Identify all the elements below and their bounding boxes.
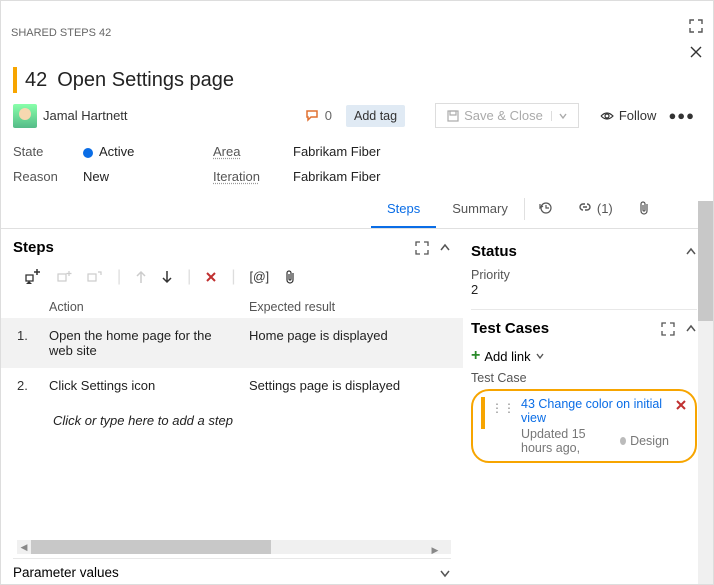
close-icon[interactable]: [689, 45, 703, 59]
delete-step-icon[interactable]: [205, 271, 217, 283]
tab-steps[interactable]: Steps: [371, 190, 436, 228]
work-item-title[interactable]: Open Settings page: [57, 69, 234, 92]
tab-summary[interactable]: Summary: [436, 190, 524, 228]
tab-history[interactable]: [525, 190, 565, 228]
tc-expand-icon[interactable]: [661, 322, 675, 336]
add-tag-button[interactable]: Add tag: [346, 105, 405, 127]
move-up-icon: [135, 270, 147, 284]
area-label: Area: [213, 144, 293, 159]
follow-button[interactable]: Follow: [599, 108, 657, 123]
iteration-label: Iteration: [213, 169, 293, 184]
scroll-left-icon[interactable]: ◀: [17, 540, 31, 554]
priority-value[interactable]: 2: [471, 282, 697, 297]
parameter-icon[interactable]: [@]: [249, 270, 269, 284]
state-dot-icon: [620, 437, 626, 445]
remove-link-icon[interactable]: [675, 399, 687, 411]
tc-link[interactable]: 43 Change color on initial view: [521, 397, 662, 425]
tc-updated: Updated 15 hours ago,: [521, 427, 616, 455]
priority-label: Priority: [471, 268, 697, 282]
add-step-placeholder[interactable]: Click or type here to add a step: [1, 403, 463, 438]
steps-heading: Steps: [13, 239, 54, 256]
col-action: Action: [49, 300, 249, 314]
insert-shared-2-icon: [87, 270, 103, 284]
status-collapse-icon[interactable]: [685, 246, 697, 258]
tc-color-bar: [481, 397, 485, 429]
type-color-bar: [13, 67, 17, 93]
discussion-count[interactable]: 0: [305, 108, 332, 123]
chevron-down-icon: [535, 351, 545, 361]
col-expected: Expected result: [249, 300, 429, 314]
test-cases-heading: Test Cases: [471, 320, 549, 337]
vscroll-thumb[interactable]: [698, 201, 713, 321]
attach-icon[interactable]: [283, 269, 297, 285]
work-item-id: 42: [25, 69, 47, 92]
state-value[interactable]: Active: [83, 144, 213, 159]
avatar: [13, 104, 37, 128]
header-supertitle: SHARED STEPS 42: [11, 27, 689, 39]
reason-value[interactable]: New: [83, 169, 213, 184]
add-link-button[interactable]: + Add link: [471, 347, 697, 365]
scroll-right-icon[interactable]: ▶: [427, 540, 451, 560]
scroll-thumb[interactable]: [31, 540, 271, 554]
assigned-to[interactable]: Jamal Hartnett: [43, 108, 128, 123]
insert-shared-icon: [57, 270, 73, 284]
save-close-button[interactable]: Save & Close: [435, 103, 579, 128]
area-value[interactable]: Fabrikam Fiber: [293, 144, 493, 159]
step-row[interactable]: 1. Open the home page for the web site H…: [1, 318, 463, 368]
step-row[interactable]: 2. Click Settings icon Settings page is …: [1, 368, 463, 403]
chevron-down-icon[interactable]: [551, 111, 568, 121]
more-actions-button[interactable]: ●●●: [668, 108, 695, 123]
tab-links[interactable]: (1): [565, 190, 625, 228]
tab-attachments[interactable]: [625, 190, 663, 228]
linked-test-case[interactable]: ⋮⋮ 43 Change color on initial view Updat…: [471, 389, 697, 463]
param-collapse-icon[interactable]: [439, 567, 451, 579]
plus-icon: +: [471, 347, 480, 365]
tc-collapse-icon[interactable]: [685, 323, 697, 335]
steps-collapse-icon[interactable]: [439, 242, 451, 254]
state-label: State: [13, 144, 83, 159]
horizontal-scrollbar[interactable]: ◀ ▶: [17, 540, 451, 554]
status-heading: Status: [471, 243, 517, 260]
insert-step-icon[interactable]: [25, 269, 43, 285]
test-case-label: Test Case: [471, 371, 697, 385]
steps-expand-icon[interactable]: [415, 241, 429, 255]
vertical-scrollbar[interactable]: [698, 201, 713, 584]
tc-state: Design: [630, 434, 669, 448]
expand-icon[interactable]: [689, 19, 703, 33]
iteration-value[interactable]: Fabrikam Fiber: [293, 169, 493, 184]
parameter-values-heading[interactable]: Parameter values: [13, 565, 119, 580]
reason-label: Reason: [13, 169, 83, 184]
move-down-icon[interactable]: [161, 270, 173, 284]
drag-handle-icon[interactable]: ⋮⋮: [491, 401, 515, 415]
